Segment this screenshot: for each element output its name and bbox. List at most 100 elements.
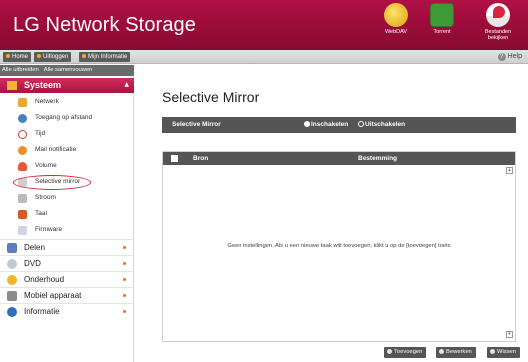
add-icon: [387, 348, 392, 354]
maintenance-icon: [7, 275, 17, 285]
expand-collapse-bar: Alle uitbreiden Alle samenvouwen: [0, 65, 134, 76]
sidebar-item-label: Tijd: [35, 130, 46, 137]
radio-unchecked-icon: [358, 121, 364, 127]
sidebar-section-label: Mobiel apparaat: [24, 291, 82, 300]
sidebar: Alle uitbreiden Alle samenvouwen Systeem …: [0, 65, 134, 362]
sidebar-section-dvd[interactable]: DVD: [0, 255, 134, 271]
sidebar-item-label: Toegang op afstand: [35, 114, 93, 121]
disable-radio-label: Uitschakelen: [365, 121, 406, 128]
sidebar-item-mail[interactable]: Mail notificatie: [0, 143, 134, 158]
collapse-all-link[interactable]: Alle samenvouwen: [44, 67, 93, 73]
expand-bullet-icon: [123, 246, 126, 249]
edit-button[interactable]: Bewerken: [436, 347, 476, 358]
webdav-button[interactable]: WebDAV: [374, 3, 418, 47]
scroll-up-button[interactable]: ▴: [506, 167, 513, 174]
sidebar-item-label: Stroom: [35, 194, 56, 201]
firmware-icon: [18, 226, 27, 235]
expand-bullet-icon: [123, 262, 126, 265]
system-icon: [7, 81, 17, 90]
column-header-destination: Bestemming: [358, 155, 398, 162]
files-label: Bestanden bekijken: [484, 29, 512, 41]
sidebar-item-time[interactable]: Tijd: [0, 127, 134, 142]
share-icon: [7, 243, 17, 253]
files-button[interactable]: Bestanden bekijken: [476, 3, 520, 47]
dvd-icon: [7, 259, 17, 269]
sidebar-item-power[interactable]: Stroom: [0, 191, 134, 206]
delete-button[interactable]: Wissen: [487, 347, 521, 358]
selective-mirror-setting-bar: Selective Mirror Inschakelen Uitschakele…: [162, 117, 516, 133]
expand-all-link[interactable]: Alle uitbreiden: [2, 67, 39, 73]
sidebar-item-label: Mail notificatie: [35, 146, 77, 153]
webdav-icon: [384, 3, 408, 27]
sidebar-section-onderhoud[interactable]: Onderhoud: [0, 271, 134, 287]
sidebar-item-volume[interactable]: Volume: [0, 159, 134, 174]
sidebar-section-label: Informatie: [24, 307, 60, 316]
help-icon: ?: [497, 53, 506, 61]
collapse-arrow-icon: ▲: [124, 81, 129, 88]
torrent-button[interactable]: Torrent: [420, 3, 464, 47]
edit-icon: [439, 348, 444, 354]
sidebar-item-label: Volume: [35, 162, 57, 169]
add-button[interactable]: Toevoegen: [384, 347, 427, 358]
edit-button-label: Bewerken: [446, 349, 472, 355]
expand-bullet-icon: [123, 278, 126, 281]
torrent-icon: [430, 3, 454, 27]
expand-bullet-icon: [123, 294, 126, 297]
logout-bullet-icon: [37, 54, 41, 59]
disable-radio[interactable]: Uitschakelen: [358, 121, 405, 128]
select-all-checkbox[interactable]: [171, 155, 178, 162]
mirror-tasks-table: Bron Bestemming ▴ Geen instellingen. Als…: [162, 151, 516, 342]
home-link[interactable]: Home: [3, 52, 32, 62]
home-bullet-icon: [6, 54, 10, 59]
radio-checked-icon: [304, 121, 310, 127]
header: LG Network Storage WebDAV Torrent Bestan…: [0, 0, 528, 50]
empty-table-message: Geen instellingen. Als u een nieuwe taak…: [227, 243, 451, 249]
app-title: LG Network Storage: [13, 14, 196, 36]
sidebar-section-informatie[interactable]: Informatie: [0, 303, 134, 319]
highlight-oval: [13, 175, 91, 190]
page-title: Selective Mirror: [162, 89, 260, 105]
column-header-source: Bron: [193, 155, 209, 162]
sidebar-item-label: Firmware: [35, 226, 63, 233]
toolbar: Home Uitloggen Mijn Informatie ? Help: [0, 50, 528, 64]
sidebar-section-label: Delen: [24, 243, 45, 252]
sidebar-item-language[interactable]: Taal: [0, 207, 134, 222]
sidebar-section-delen[interactable]: Delen: [0, 239, 134, 255]
webdav-label: WebDAV: [384, 29, 408, 35]
app-window: LG Network Storage WebDAV Torrent Bestan…: [0, 0, 528, 362]
sidebar-item-netwerk[interactable]: Netwerk: [0, 95, 134, 110]
sidebar-item-label: Taal: [35, 210, 47, 217]
my-info-bullet-icon: [82, 54, 86, 59]
sidebar-item-remote-access[interactable]: Toegang op afstand: [0, 111, 134, 126]
logout-label: Uitloggen: [43, 54, 69, 60]
mail-icon: [18, 146, 27, 155]
power-icon: [18, 194, 27, 203]
my-info-label: Mijn Informatie: [88, 54, 128, 60]
sidebar-item-firmware[interactable]: Firmware: [0, 223, 134, 238]
table-header: Bron Bestemming: [163, 152, 515, 165]
enable-radio-label: Inschakelen: [311, 121, 349, 128]
volume-icon: [18, 162, 27, 171]
sidebar-section-label: DVD: [24, 259, 41, 268]
globe-icon: [18, 114, 27, 123]
sidebar-section-label: Systeem: [24, 80, 62, 90]
logout-link[interactable]: Uitloggen: [34, 52, 72, 62]
language-icon: [18, 210, 27, 219]
mobile-icon: [7, 291, 17, 301]
enable-radio[interactable]: Inschakelen: [304, 121, 348, 128]
sidebar-section-mobile[interactable]: Mobiel apparaat: [0, 287, 134, 303]
sidebar-item-label: Netwerk: [35, 98, 59, 105]
my-info-link[interactable]: Mijn Informatie: [79, 52, 131, 62]
sidebar-section-label: Onderhoud: [24, 275, 65, 284]
help-label: Help: [507, 53, 522, 60]
help-link[interactable]: ? Help: [497, 52, 522, 62]
sidebar-section-systeem[interactable]: Systeem ▲: [0, 78, 134, 93]
info-icon: [7, 307, 17, 317]
scroll-down-button[interactable]: ▾: [506, 331, 513, 338]
expand-bullet-icon: [123, 310, 126, 313]
network-icon: [18, 98, 27, 107]
setting-label: Selective Mirror: [172, 121, 221, 128]
main-content: Selective Mirror Selective Mirror Inscha…: [134, 65, 528, 362]
torrent-label: Torrent: [433, 29, 451, 35]
clock-icon: [18, 130, 27, 139]
